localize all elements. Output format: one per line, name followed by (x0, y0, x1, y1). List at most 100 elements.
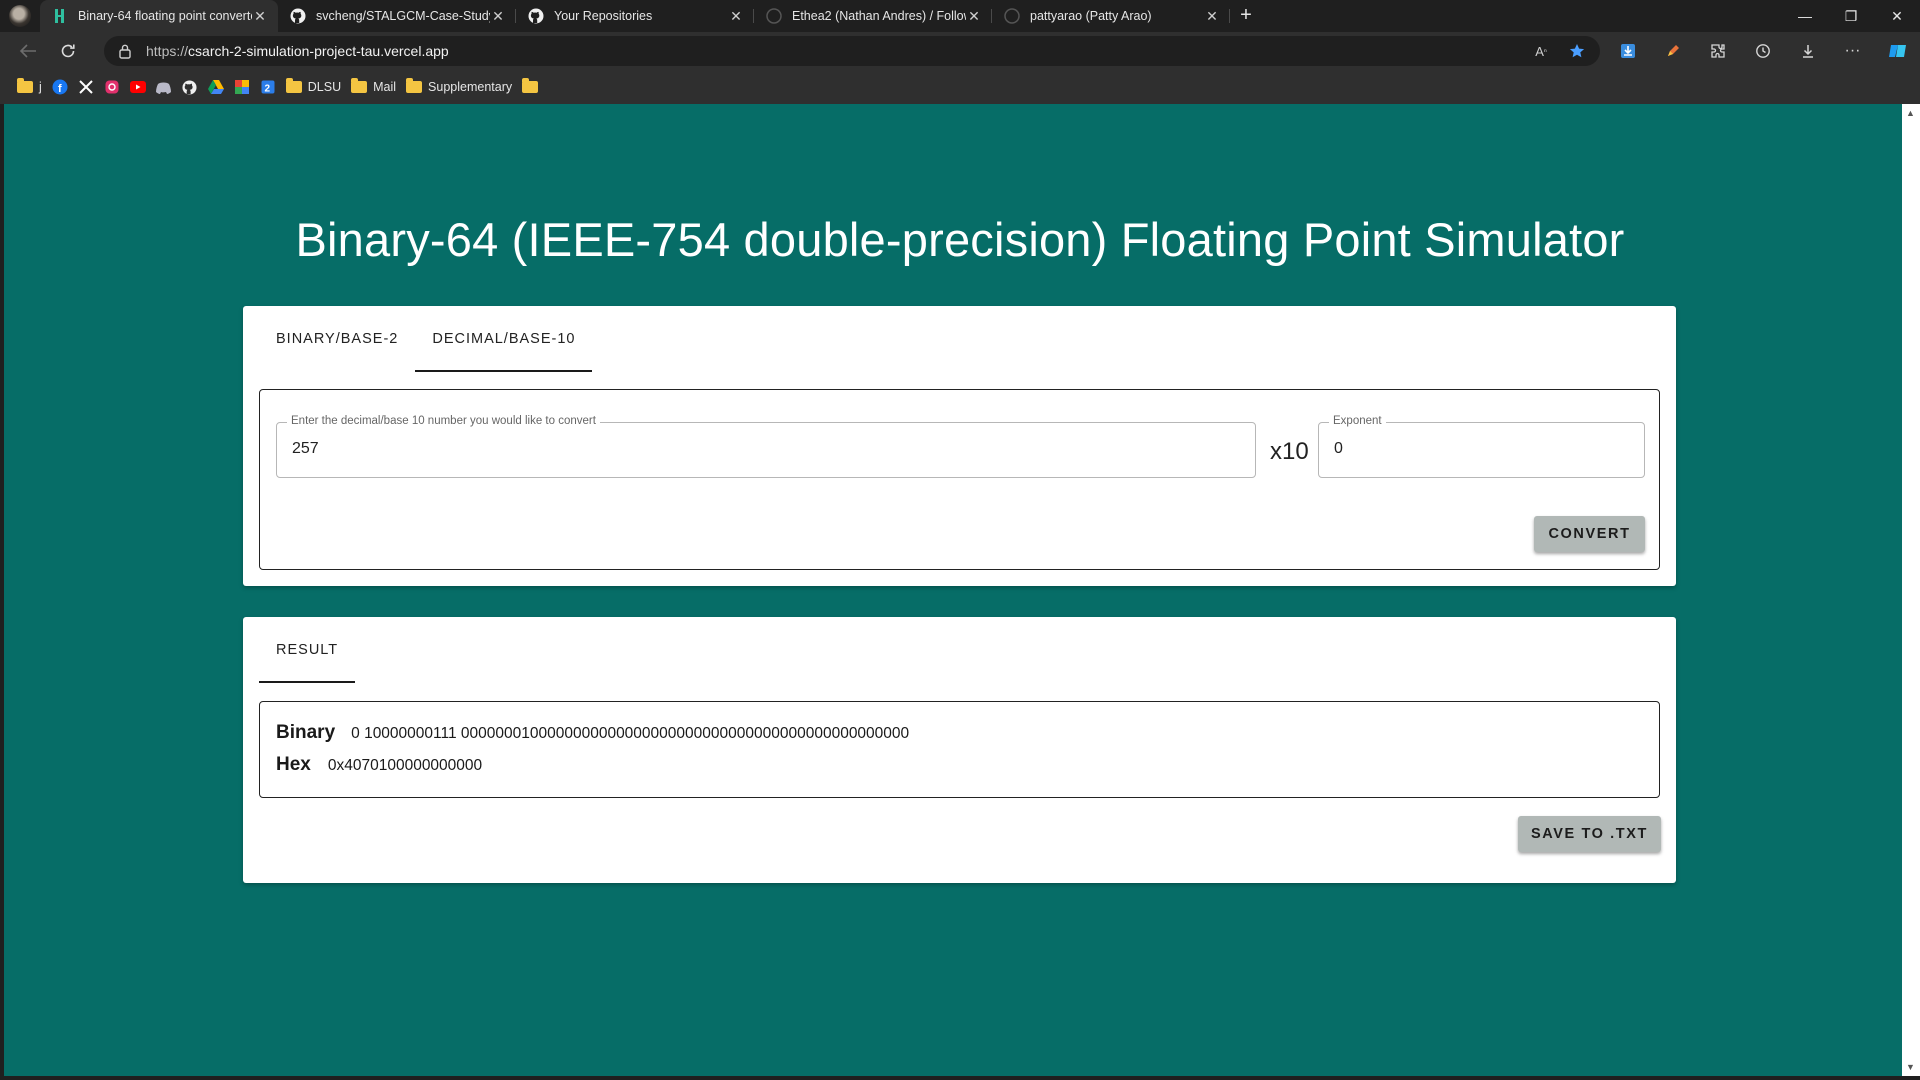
binary-label: Binary (276, 722, 336, 743)
restore-icon[interactable]: ❐ (1828, 0, 1874, 32)
bookmark-discord[interactable] (151, 74, 177, 100)
github-icon (290, 8, 306, 24)
profile-avatar[interactable] (0, 0, 40, 32)
bookmark-folder-unnamed[interactable] (517, 74, 543, 100)
decimal-number-input[interactable] (292, 440, 1173, 458)
tab-title: Binary-64 floating point converte (78, 9, 252, 23)
tab-title: Your Repositories (554, 9, 653, 23)
calendar-icon: 2 (260, 79, 276, 95)
address-toolbar: https://csarch-2-simulation-project-tau.… (0, 32, 1920, 70)
browser-tools: ··· (1605, 32, 1920, 70)
minimize-icon[interactable]: — (1782, 0, 1828, 32)
converter-input-card: BINARY/BASE-2 DECIMAL/BASE-10 Enter the … (243, 306, 1676, 586)
tab-binary-base-2[interactable]: BINARY/BASE-2 (259, 306, 415, 372)
favorite-star-icon[interactable] (1566, 40, 1588, 62)
lock-icon[interactable] (118, 43, 134, 59)
hex-label: Hex (276, 754, 311, 775)
browser-tab-strip: Binary-64 floating point converte ✕ svch… (0, 0, 1920, 32)
convert-button[interactable]: CONVERT (1534, 516, 1645, 552)
scroll-down-arrow-icon[interactable]: ▼ (1906, 1062, 1915, 1072)
browser-tab[interactable]: Your Repositories ✕ (516, 0, 754, 32)
exponent-field-label: Exponent (1329, 415, 1386, 427)
bookmark-label: DLSU (307, 80, 342, 94)
bookmark-folder-dlsu[interactable]: DLSU (281, 74, 346, 100)
decimal-field-label: Enter the decimal/base 10 number you wou… (287, 415, 600, 427)
binary-value: 0 10000000111 00000001000000000000000000… (351, 725, 910, 742)
pen-extension-icon[interactable] (1650, 32, 1695, 70)
bookmarks-bar: j f 2 DLSU Mail Supplementary (0, 70, 1920, 104)
vercel-app-icon (52, 8, 68, 24)
svg-text:f: f (58, 83, 62, 95)
decimal-input-panel: Enter the decimal/base 10 number you wou… (259, 389, 1660, 570)
exponent-field[interactable]: Exponent (1318, 415, 1645, 478)
new-tab-button[interactable]: + (1230, 0, 1262, 32)
svg-text:2: 2 (264, 84, 270, 95)
scroll-up-arrow-icon[interactable]: ▲ (1906, 108, 1915, 118)
bookmark-calendar[interactable]: 2 (255, 74, 281, 100)
refresh-icon[interactable] (50, 35, 86, 67)
pinwheel-icon (234, 79, 250, 95)
read-aloud-icon[interactable]: Aⁿ (1530, 40, 1552, 62)
bookmark-folder-mail[interactable]: Mail (346, 74, 401, 100)
close-tab-icon[interactable]: ✕ (728, 8, 744, 24)
bookmark-google-drive[interactable] (203, 74, 229, 100)
google-drive-icon (207, 79, 224, 95)
binary-result-row: Binary 0 10000000111 0000000100000000000… (276, 722, 909, 744)
folder-icon (406, 78, 423, 95)
folder-icon (285, 78, 302, 95)
tab-title: pattyarao (Patty Arao) (1030, 9, 1152, 23)
bookmark-label: Mail (373, 80, 397, 94)
downloads-icon[interactable] (1785, 32, 1830, 70)
download-extension-icon[interactable] (1605, 32, 1650, 70)
browser-tab[interactable]: Ethea2 (Nathan Andres) / Follow ✕ (754, 0, 992, 32)
times-ten-label: x10 (1270, 438, 1309, 465)
instagram-icon (104, 79, 120, 95)
extensions-puzzle-icon[interactable] (1695, 32, 1740, 70)
github-icon (766, 8, 782, 24)
bookmark-pinwheel[interactable] (229, 74, 255, 100)
bookmark-facebook[interactable]: f (47, 74, 73, 100)
facebook-icon: f (52, 79, 68, 95)
url-text: https://csarch-2-simulation-project-tau.… (146, 43, 449, 59)
close-window-icon[interactable]: ✕ (1874, 0, 1920, 32)
more-options-icon[interactable]: ··· (1830, 32, 1875, 70)
bookmark-folder-supplementary[interactable]: Supplementary (401, 74, 517, 100)
folder-icon (522, 78, 539, 95)
github-icon (182, 79, 198, 95)
bookmark-label: j (39, 80, 42, 94)
bookmark-label: Supplementary (428, 80, 513, 94)
copilot-icon[interactable] (1875, 32, 1920, 70)
bookmark-x[interactable] (73, 74, 99, 100)
bookmark-youtube[interactable] (125, 74, 151, 100)
browser-tab-active[interactable]: Binary-64 floating point converte ✕ (40, 0, 278, 32)
close-tab-icon[interactable]: ✕ (966, 8, 982, 24)
back-arrow-icon[interactable] (10, 35, 46, 67)
browser-tab[interactable]: svcheng/STALGCM-Case-Study: / ✕ (278, 0, 516, 32)
folder-icon (351, 78, 368, 95)
github-icon (528, 8, 544, 24)
close-tab-icon[interactable]: ✕ (1204, 8, 1220, 24)
result-panel: Binary 0 10000000111 0000000100000000000… (259, 701, 1660, 798)
tab-title: svcheng/STALGCM-Case-Study: / (316, 9, 490, 23)
bookmark-instagram[interactable] (99, 74, 125, 100)
tab-result[interactable]: RESULT (259, 617, 356, 683)
youtube-icon (129, 79, 146, 95)
decimal-number-field[interactable]: Enter the decimal/base 10 number you wou… (276, 415, 1256, 478)
history-icon[interactable] (1740, 32, 1785, 70)
discord-icon (156, 79, 172, 95)
exponent-input[interactable] (1334, 440, 1627, 458)
page-scrollbar[interactable]: ▲ ▼ (1902, 104, 1920, 1076)
tab-decimal-base-10[interactable]: DECIMAL/BASE-10 (415, 306, 593, 372)
bookmark-folder-j[interactable]: j (12, 74, 47, 100)
hex-result-row: Hex 0x4070100000000000 (276, 754, 482, 776)
close-tab-icon[interactable]: ✕ (252, 8, 268, 24)
bookmark-github[interactable] (177, 74, 203, 100)
save-to-txt-button[interactable]: SAVE TO .TXT (1518, 816, 1661, 852)
browser-tab[interactable]: pattyarao (Patty Arao) ✕ (992, 0, 1230, 32)
close-tab-icon[interactable]: ✕ (490, 8, 506, 24)
x-icon (78, 79, 94, 95)
result-tabs: RESULT (259, 617, 356, 683)
result-card: RESULT Binary 0 10000000111 000000010000… (243, 617, 1676, 883)
address-bar[interactable]: https://csarch-2-simulation-project-tau.… (104, 36, 1600, 66)
input-mode-tabs: BINARY/BASE-2 DECIMAL/BASE-10 (259, 306, 593, 372)
